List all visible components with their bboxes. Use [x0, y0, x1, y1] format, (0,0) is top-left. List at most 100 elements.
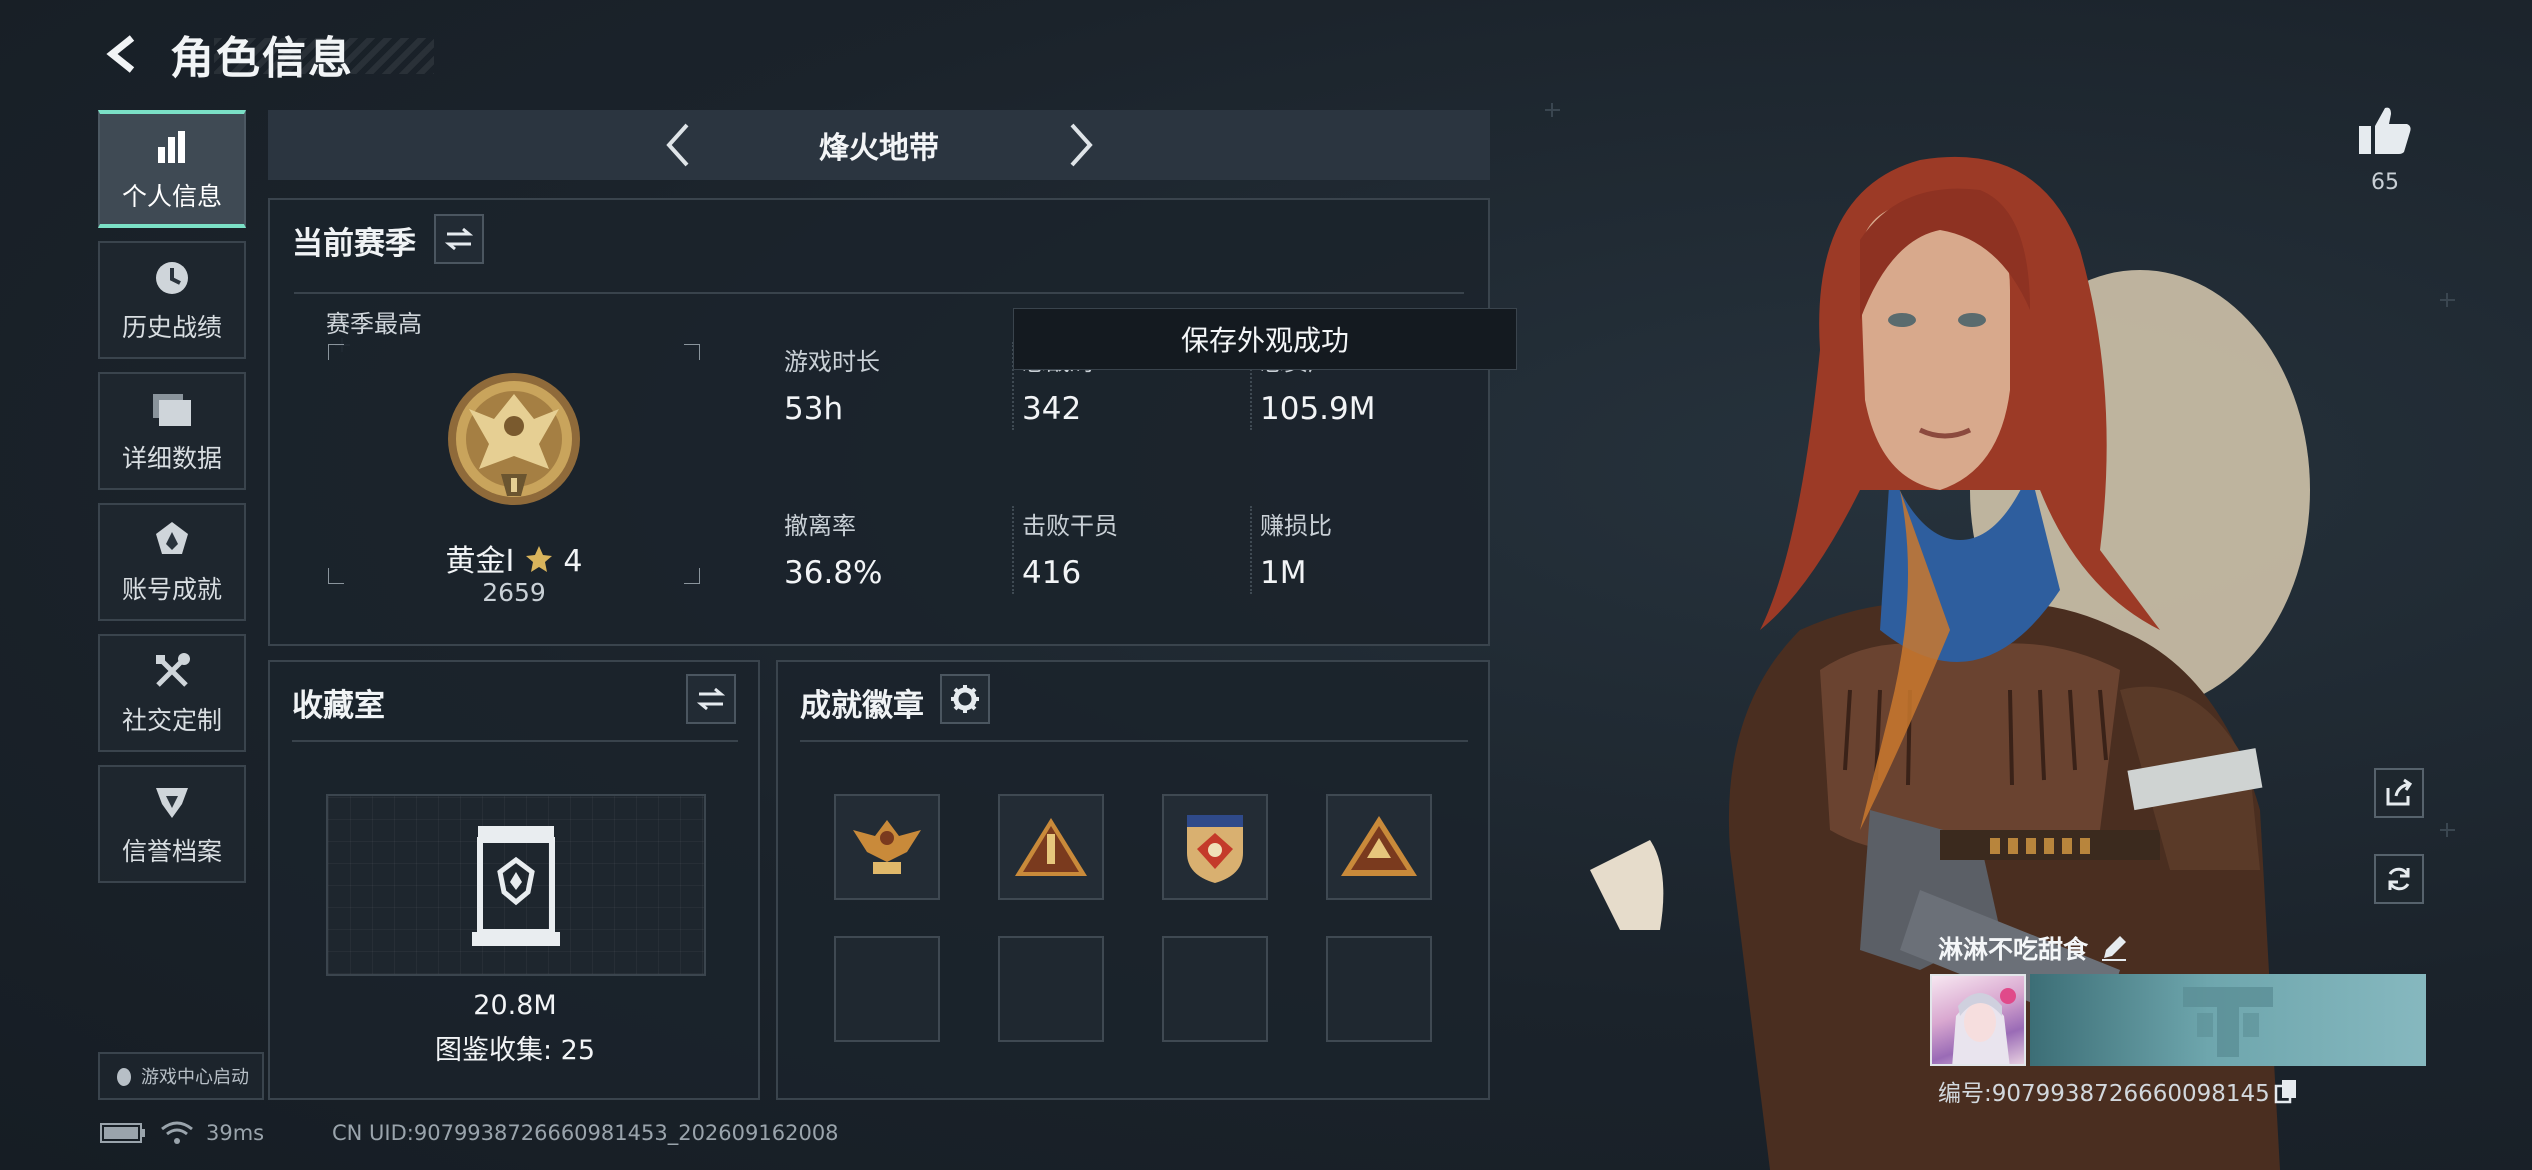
display-case-icon	[472, 826, 560, 946]
sidebar-item-personal-info[interactable]: 个人信息	[98, 110, 246, 228]
rank-line: 黄金I 4	[328, 536, 700, 580]
back-arrow-icon	[106, 35, 135, 73]
swap-icon	[696, 687, 726, 711]
launch-label: 游戏中心启动	[141, 1067, 249, 1088]
season-title: 当前赛季	[292, 226, 416, 262]
badge-slot-empty[interactable]	[1162, 936, 1268, 1042]
refresh-button[interactable]	[2374, 854, 2424, 904]
sidebar-item-label: 账号成就	[121, 575, 222, 604]
sidebar-item-label: 历史战绩	[121, 313, 222, 342]
credit-icon	[150, 780, 194, 824]
stat-label: 撤离率	[784, 512, 856, 540]
achievements-title: 成就徽章	[800, 688, 924, 724]
folders-icon	[150, 387, 194, 431]
chevron-left-icon	[666, 123, 689, 167]
title-decoration	[214, 38, 434, 74]
sidebar-item-label: 社交定制	[121, 706, 222, 735]
gear-icon	[951, 685, 979, 713]
uid-text: CN UID:9079938726660981453_202609162008	[332, 1121, 839, 1145]
thumbs-up-icon	[2359, 107, 2411, 154]
bar-chart-icon	[150, 125, 194, 169]
sidebar-item-history[interactable]: 历史战绩	[98, 241, 246, 359]
rank-stars: 4	[563, 544, 583, 579]
divider	[800, 740, 1468, 742]
rocket-badge-icon	[1015, 818, 1087, 876]
stat-value: 105.9M	[1260, 391, 1376, 427]
sidebar-item-social[interactable]: 社交定制	[98, 634, 246, 752]
mode-next-button[interactable]	[1056, 120, 1106, 170]
stat-label: 游戏时长	[784, 348, 880, 376]
badge-slot-empty[interactable]	[998, 936, 1104, 1042]
mode-selector: 烽火地带	[268, 110, 1490, 180]
collection-progress: 图鉴收集: 25	[434, 1035, 596, 1066]
season-switch-button[interactable]	[434, 214, 484, 264]
collection-switch-button[interactable]	[686, 674, 736, 724]
divider	[294, 292, 1464, 294]
mode-prev-button[interactable]	[653, 120, 703, 170]
stat-value: 342	[1022, 391, 1082, 427]
sidebar-item-achievements[interactable]: 账号成就	[98, 503, 246, 621]
stat-value: 53h	[784, 391, 844, 427]
stat-value: 36.8%	[784, 555, 883, 591]
banner-emblem-icon	[2183, 987, 2273, 1057]
copy-icon[interactable]	[2274, 1078, 2298, 1104]
stat-profit-ratio: 赚损比 1M	[1260, 506, 1332, 591]
avatar[interactable]	[1930, 974, 2026, 1066]
mode-name: 烽火地带	[819, 131, 939, 166]
badge-slot-triangle[interactable]	[1326, 794, 1432, 900]
triangle-badge-icon	[1341, 816, 1417, 876]
status-bar: 39ms	[100, 1120, 264, 1146]
sidebar-nav: 个人信息 历史战绩 详细数据 账号成就 社交定制 信誉档案	[98, 110, 250, 896]
share-icon	[2386, 778, 2413, 806]
shield-badge-icon	[1187, 815, 1243, 883]
player-name-row: 淋淋不吃甜食	[1938, 930, 2128, 966]
star-icon	[525, 546, 552, 572]
stat-separator	[1250, 506, 1252, 594]
collection-showcase[interactable]	[326, 794, 706, 976]
back-button[interactable]	[96, 26, 152, 82]
badge-slot-empty[interactable]	[1326, 936, 1432, 1042]
chevron-right-icon	[1070, 123, 1093, 167]
clock-icon	[150, 256, 194, 300]
sidebar-item-label: 信誉档案	[121, 837, 222, 866]
stat-separator	[1012, 506, 1014, 594]
gold-rank-emblem	[448, 373, 580, 505]
player-banner[interactable]	[2030, 974, 2426, 1066]
sidebar-item-credit[interactable]: 信誉档案	[98, 765, 246, 883]
achievements-panel: 成就徽章	[776, 660, 1490, 1100]
stat-value: 416	[1022, 555, 1082, 591]
achievements-settings-button[interactable]	[940, 674, 990, 724]
stat-label: 赚损比	[1260, 512, 1332, 540]
game-center-launch[interactable]: 游戏中心启动	[98, 1052, 264, 1100]
like-count: 65	[2371, 170, 2399, 195]
battery-icon	[100, 1123, 145, 1143]
collection-panel: 收藏室 20.8M 图鉴收集: 25	[268, 660, 760, 1100]
sidebar-item-label: 个人信息	[121, 182, 222, 211]
header: 角色信息	[96, 22, 434, 86]
stat-play-time: 游戏时长 53h	[784, 342, 880, 427]
rank-score: 2659	[482, 578, 546, 607]
player-id: 编号:9079938726660098145	[1938, 1081, 2270, 1107]
rank-name: 黄金I	[445, 544, 515, 579]
like-button[interactable]: 65	[2355, 104, 2415, 195]
ping-value: 39ms	[206, 1121, 265, 1145]
collection-title: 收藏室	[292, 688, 385, 724]
player-name: 淋淋不吃甜食	[1938, 935, 2089, 964]
badge-slot-empty[interactable]	[834, 936, 940, 1042]
sidebar-item-label: 详细数据	[121, 444, 222, 473]
refresh-icon	[2388, 867, 2410, 891]
badge-slot-shield[interactable]	[1162, 794, 1268, 900]
badge-slot-eagle[interactable]	[834, 794, 940, 900]
stat-kills: 击败干员 416	[1022, 506, 1118, 591]
edit-pencil-icon[interactable]	[2100, 934, 2128, 962]
share-button[interactable]	[2374, 768, 2424, 818]
sidebar-item-details[interactable]: 详细数据	[98, 372, 246, 490]
stat-value: 1M	[1260, 555, 1307, 591]
badge-slot-rocket[interactable]	[998, 794, 1104, 900]
stat-label: 击败干员	[1022, 512, 1118, 540]
achievement-icon	[150, 518, 194, 562]
tools-icon	[150, 649, 194, 693]
wifi-icon	[161, 1121, 193, 1144]
eagle-badge-icon	[853, 820, 921, 874]
avatar-image	[1952, 988, 2016, 1064]
